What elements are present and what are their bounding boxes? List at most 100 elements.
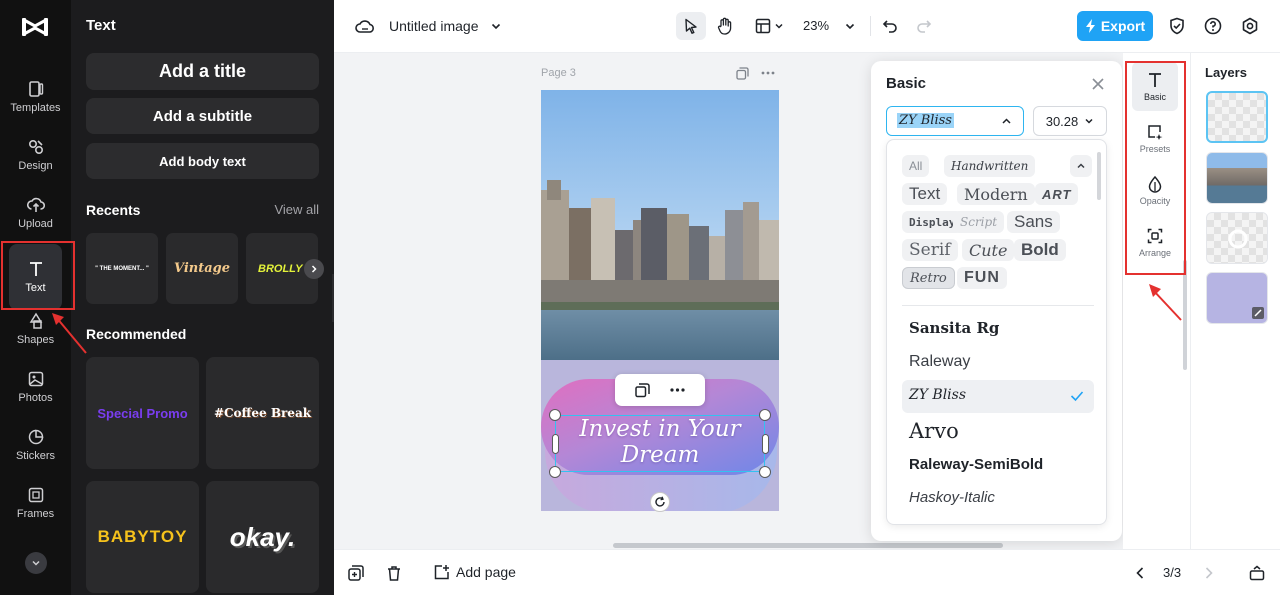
hand-icon xyxy=(717,17,732,35)
help-button[interactable] xyxy=(1203,16,1223,36)
hand-tool-button[interactable] xyxy=(713,14,737,38)
font-family-select[interactable]: ZY Bliss xyxy=(886,106,1024,136)
export-button[interactable]: Export xyxy=(1077,11,1153,41)
prop-label: Arrange xyxy=(1138,248,1172,258)
font-option[interactable]: Sansita Rg xyxy=(909,319,999,337)
rail-item-templates[interactable]: Templates xyxy=(4,69,67,125)
rail-item-frames[interactable]: Frames xyxy=(4,475,67,531)
recommended-item[interactable]: BABYTOY xyxy=(86,481,199,593)
recommended-item[interactable]: okay. xyxy=(206,481,319,593)
capcut-logo[interactable] xyxy=(20,14,50,40)
selection-box[interactable] xyxy=(555,415,765,472)
rail-item-design[interactable]: Design xyxy=(4,127,67,183)
photos-icon xyxy=(28,371,43,387)
duplicate-page-icon[interactable] xyxy=(735,66,749,80)
category-chip-all[interactable]: All xyxy=(902,155,930,177)
toolbar-divider xyxy=(870,16,871,36)
shield-button[interactable] xyxy=(1167,16,1187,36)
close-icon[interactable] xyxy=(1089,75,1107,93)
bottom-bar: Add page 3/3 xyxy=(334,549,1280,595)
recommended-item[interactable]: #Coffee Break xyxy=(206,357,319,469)
rail-item-shapes[interactable]: Shapes xyxy=(4,301,67,357)
trash-icon xyxy=(388,566,400,581)
resize-handle[interactable] xyxy=(549,409,561,421)
prop-basic-button[interactable]: Basic xyxy=(1132,62,1178,111)
add-page-button[interactable]: Add page xyxy=(434,564,516,580)
add-title-button[interactable]: Add a title xyxy=(86,53,319,90)
horizontal-scrollbar[interactable] xyxy=(613,543,1003,548)
category-chip-serif[interactable]: Serif xyxy=(902,239,958,261)
previous-page-button[interactable] xyxy=(1132,565,1148,581)
document-title[interactable]: Untitled image xyxy=(389,18,479,34)
prop-arrange-button[interactable]: Arrange xyxy=(1132,218,1178,267)
font-option[interactable]: Arvo xyxy=(909,419,959,443)
undo-button[interactable] xyxy=(880,15,900,37)
category-chip-script[interactable]: Script xyxy=(953,211,1005,233)
rail-item-upload[interactable]: Upload xyxy=(4,185,67,241)
category-chip-cute[interactable]: Cute xyxy=(962,239,1015,261)
resize-handle[interactable] xyxy=(759,466,771,478)
layer-thumbnail[interactable] xyxy=(1206,272,1268,324)
rotate-handle[interactable] xyxy=(650,492,670,512)
category-chip-retro[interactable]: Retro xyxy=(902,267,955,289)
select-tool-button[interactable] xyxy=(676,12,706,40)
layer-thumbnail[interactable] xyxy=(1206,91,1268,143)
collapse-categories-button[interactable] xyxy=(1070,155,1092,177)
category-chip-fun[interactable]: FUN xyxy=(957,267,1007,289)
rail-item-stickers[interactable]: Stickers xyxy=(4,417,67,473)
category-chip-handwritten[interactable]: Handwritten xyxy=(944,155,1036,177)
recent-item[interactable]: " THE MOMENT... " xyxy=(86,233,158,304)
recents-next-button[interactable] xyxy=(304,259,324,279)
font-option[interactable]: Haskoy-Italic xyxy=(909,489,995,506)
panel-title: Text xyxy=(86,17,116,34)
font-family-value: ZY Bliss xyxy=(897,113,954,128)
next-page-button[interactable] xyxy=(1201,565,1217,581)
category-chip-sans[interactable]: Sans xyxy=(1007,211,1060,233)
resize-handle[interactable] xyxy=(549,466,561,478)
duplicate-page-button[interactable] xyxy=(347,564,365,582)
category-chip-text[interactable]: Text xyxy=(902,183,948,205)
category-chip-bold[interactable]: Bold xyxy=(1014,239,1066,261)
add-subtitle-button[interactable]: Add a subtitle xyxy=(86,98,319,134)
font-option[interactable]: Raleway xyxy=(909,353,970,371)
prop-opacity-button[interactable]: Opacity xyxy=(1132,166,1178,215)
font-size-select[interactable]: 30.28 xyxy=(1033,106,1107,136)
recommended-item[interactable]: Special Promo xyxy=(86,357,199,469)
export-label: Export xyxy=(1100,18,1146,34)
prop-presets-button[interactable]: Presets xyxy=(1132,114,1178,163)
category-chip-modern[interactable]: Modern xyxy=(957,183,1035,205)
chevron-down-icon[interactable] xyxy=(489,19,503,33)
add-page-label: Add page xyxy=(456,564,516,580)
view-all-link[interactable]: View all xyxy=(274,202,319,217)
font-option[interactable]: ZY Bliss xyxy=(909,387,966,403)
font-option[interactable]: Raleway-SemiBold xyxy=(909,456,1043,473)
layer-thumbnail[interactable] xyxy=(1206,152,1268,204)
layout-dropdown-button[interactable] xyxy=(750,14,788,38)
resize-handle[interactable] xyxy=(552,434,559,454)
resize-handle[interactable] xyxy=(762,434,769,454)
zoom-level[interactable]: 23% xyxy=(803,18,829,33)
cloud-icon[interactable] xyxy=(354,16,376,36)
zoom-dropdown-button[interactable] xyxy=(843,19,857,33)
add-body-text-button[interactable]: Add body text xyxy=(86,143,319,179)
recent-item[interactable]: Vintage xyxy=(166,233,238,304)
dropdown-scrollbar[interactable] xyxy=(1097,152,1101,200)
rail-label: Frames xyxy=(16,508,55,520)
delete-page-button[interactable] xyxy=(385,564,403,582)
category-chip-art[interactable]: ART xyxy=(1035,183,1079,205)
resize-handle[interactable] xyxy=(759,409,771,421)
templates-icon xyxy=(28,81,43,97)
redo-button[interactable] xyxy=(914,15,934,37)
more-icon[interactable] xyxy=(670,388,685,392)
lightning-icon xyxy=(1085,19,1095,33)
rail-more-button[interactable] xyxy=(25,552,47,574)
rail-label: Shapes xyxy=(16,334,55,346)
settings-button[interactable] xyxy=(1240,16,1260,36)
page-panel-toggle-button[interactable] xyxy=(1248,564,1266,582)
layer-thumbnail[interactable] xyxy=(1206,212,1268,264)
copy-icon[interactable] xyxy=(635,382,650,398)
vertical-scrollbar[interactable] xyxy=(1183,260,1187,370)
rail-item-photos[interactable]: Photos xyxy=(4,359,67,415)
page-more-icon[interactable] xyxy=(760,66,776,80)
recents-title: Recents xyxy=(86,202,141,218)
